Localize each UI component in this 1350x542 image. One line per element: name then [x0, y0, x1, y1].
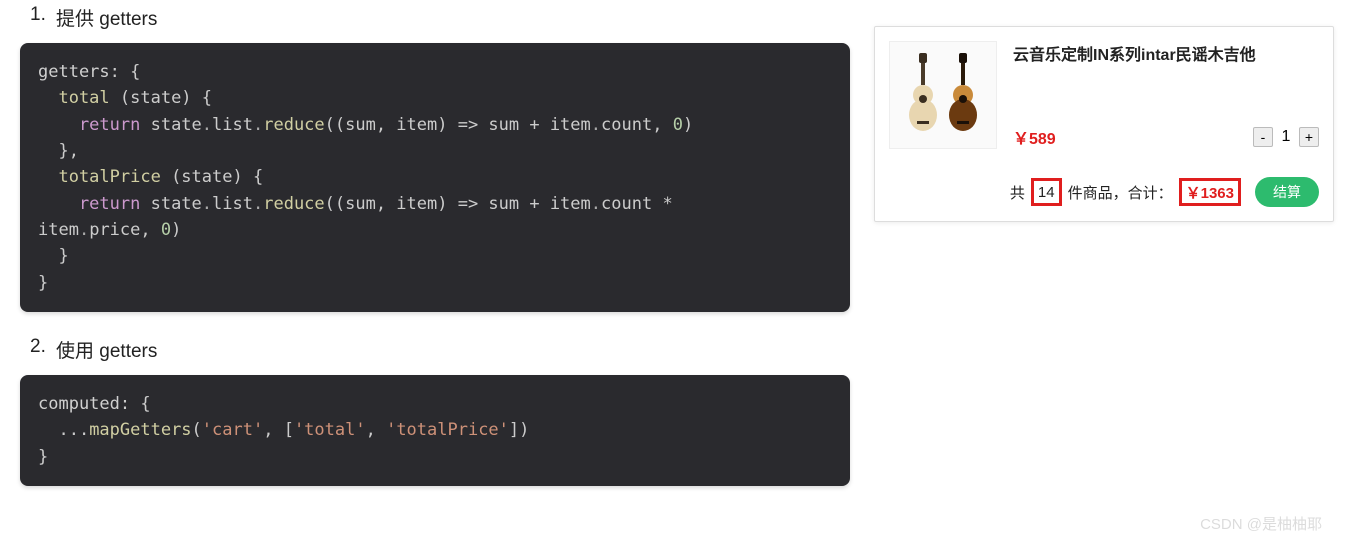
minus-button[interactable]: -: [1253, 127, 1273, 147]
cart-summary: 共 14 件商品，合计： ￥1363 结算: [889, 177, 1319, 207]
heading-1-text: 提供 getters: [56, 9, 157, 30]
plus-button[interactable]: +: [1299, 127, 1319, 147]
heading-1-num: 1.: [30, 4, 46, 26]
heading-2-text: 使用 getters: [56, 341, 157, 362]
checkout-button[interactable]: 结算: [1255, 177, 1319, 207]
product-image: [889, 41, 997, 149]
guitar-icon: [945, 53, 981, 137]
summary-prefix: 共: [1010, 182, 1025, 203]
cart-card: 云音乐定制IN系列intar民谣木吉他 ￥589 - 1 + 共 14: [874, 26, 1334, 222]
guitar-icon: [905, 53, 941, 137]
quantity-value: 1: [1277, 128, 1295, 146]
product-price: ￥589: [1013, 125, 1056, 149]
total-count: 14: [1038, 184, 1055, 201]
heading-2: 2. 使用 getters: [20, 336, 850, 363]
heading-1: 1. 提供 getters: [20, 4, 850, 31]
total-count-box: 14: [1031, 178, 1062, 206]
quantity-stepper: - 1 +: [1253, 127, 1319, 147]
total-price: ￥1363: [1186, 182, 1234, 203]
watermark: CSDN @是柚柚耶: [1200, 513, 1322, 534]
product-row: 云音乐定制IN系列intar民谣木吉他 ￥589 - 1 +: [889, 41, 1319, 149]
summary-middle: 件商品，合计：: [1068, 182, 1173, 203]
product-title: 云音乐定制IN系列intar民谣木吉他: [1013, 41, 1319, 65]
heading-2-num: 2.: [30, 336, 46, 358]
code-block-computed: computed: { ...mapGetters('cart', ['tota…: [20, 375, 850, 486]
total-price-box: ￥1363: [1179, 178, 1241, 206]
code-block-getters: getters: { total (state) { return state.…: [20, 43, 850, 312]
